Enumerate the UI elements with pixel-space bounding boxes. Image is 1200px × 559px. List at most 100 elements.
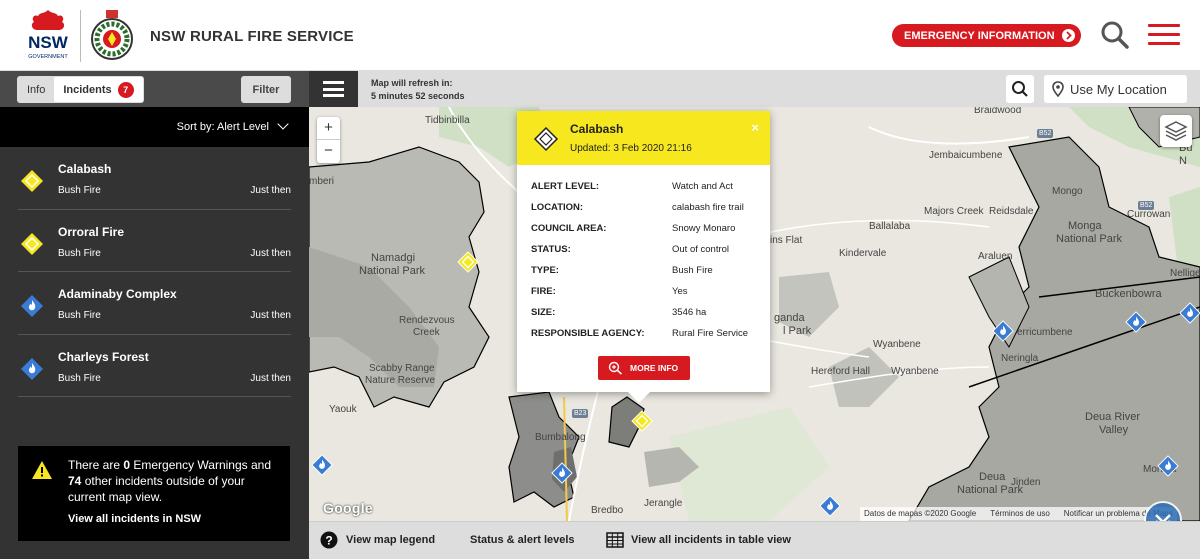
road-shield: B52 bbox=[1037, 129, 1054, 138]
detail-value: Out of control bbox=[672, 244, 730, 255]
place-label: Namadgi bbox=[371, 252, 416, 264]
incident-item-calabash[interactable]: Calabash Bush Fire Just then bbox=[18, 147, 291, 210]
incident-name: Calabash bbox=[58, 162, 112, 176]
place-label: Yaouk bbox=[329, 404, 357, 415]
view-map-legend-link[interactable]: View map legend bbox=[346, 534, 435, 546]
watch-and-act-diamond-icon bbox=[533, 126, 559, 152]
layers-button[interactable] bbox=[1160, 115, 1192, 147]
incident-time: Just then bbox=[250, 372, 291, 384]
google-logo: Google bbox=[323, 500, 374, 516]
gov-text: GOVERNMENT bbox=[28, 54, 68, 60]
outside-view-warning: There are 0 Emergency Warnings and 74 ot… bbox=[18, 446, 290, 541]
location-pin-icon bbox=[1052, 81, 1064, 97]
search-icon[interactable] bbox=[1100, 20, 1130, 50]
blue-fire-diamond-icon[interactable] bbox=[819, 495, 841, 517]
place-label: Bredbo bbox=[591, 505, 624, 516]
more-info-label: MORE INFO bbox=[630, 363, 679, 373]
road-shield: B23 bbox=[572, 409, 589, 418]
incident-name: Adaminaby Complex bbox=[58, 287, 177, 301]
place-label: Nature Reserve bbox=[365, 375, 436, 386]
place-label: Jembaicumbene bbox=[929, 150, 1003, 161]
zoom-out-button[interactable]: − bbox=[317, 140, 340, 163]
blue-fire-diamond-icon[interactable] bbox=[1179, 302, 1200, 324]
popup-incident-name: Calabash bbox=[570, 122, 624, 136]
nsw-text: NSW bbox=[28, 33, 69, 52]
use-my-location-button[interactable]: Use My Location bbox=[1044, 75, 1187, 103]
terms-link[interactable]: Términos de uso bbox=[990, 509, 1050, 519]
tab-incidents[interactable]: Incidents 7 bbox=[54, 77, 143, 102]
tab-info-label: Info bbox=[27, 83, 46, 96]
place-label: National Park bbox=[1056, 233, 1123, 245]
blue-fire-diamond-icon[interactable] bbox=[1157, 455, 1179, 477]
tab-info[interactable]: Info bbox=[18, 77, 54, 102]
refresh-countdown: 5 minutes 52 seconds bbox=[371, 91, 465, 101]
incident-type: Bush Fire bbox=[58, 310, 101, 321]
place-label: Rendezvous bbox=[399, 315, 455, 326]
rfs-crest-logo bbox=[91, 10, 133, 60]
place-label: Majors Creek bbox=[924, 206, 984, 217]
status-alert-levels-link[interactable]: Status & alert levels bbox=[470, 534, 575, 546]
blue-fire-diamond-icon[interactable] bbox=[992, 320, 1014, 342]
yellow-diamond-icon bbox=[21, 170, 43, 192]
sort-dropdown[interactable]: Sort by: Alert Level bbox=[177, 121, 287, 133]
detail-key: ALERT LEVEL: bbox=[531, 181, 600, 192]
warning-text: There are 0 Emergency Warnings and 74 ot… bbox=[68, 457, 273, 505]
help-circle-icon: ? bbox=[320, 531, 338, 549]
emergency-information-label: EMERGENCY INFORMATION bbox=[904, 29, 1055, 42]
brand-title: NSW RURAL FIRE SERVICE bbox=[150, 28, 354, 45]
hamburger-menu-icon[interactable] bbox=[1148, 24, 1180, 46]
place-label: Nellige bbox=[1170, 268, 1200, 279]
blue-fire-diamond-icon bbox=[21, 357, 43, 380]
emergency-information-button[interactable]: EMERGENCY INFORMATION bbox=[892, 24, 1081, 47]
incident-name: Charleys Forest bbox=[58, 349, 149, 364]
blue-fire-diamond-icon[interactable] bbox=[311, 454, 333, 476]
logo-divider bbox=[80, 10, 81, 62]
chevron-down-icon bbox=[1155, 514, 1171, 521]
place-label: Hereford Hall bbox=[811, 366, 870, 377]
incident-item-orroral-fire[interactable]: Orroral Fire Bush Fire Just then bbox=[18, 210, 291, 272]
table-icon bbox=[606, 532, 624, 548]
incident-type: Bush Fire bbox=[58, 247, 101, 259]
blue-fire-diamond-icon bbox=[21, 295, 43, 317]
map-search-button[interactable] bbox=[1006, 75, 1034, 103]
place-label: Bumbalong bbox=[535, 432, 586, 443]
more-info-button[interactable]: MORE INFO bbox=[598, 356, 690, 380]
map-attribution: Datos de mapas ©2020 Google Términos de … bbox=[860, 507, 1177, 521]
place-label: Monga bbox=[1068, 220, 1102, 232]
detail-row: COUNCIL AREA: Snowy Monaro bbox=[531, 223, 761, 244]
search-icon bbox=[1012, 81, 1028, 97]
svg-text:?: ? bbox=[325, 534, 332, 548]
place-label: Neringla bbox=[1001, 353, 1039, 364]
incident-item-charleys-forest[interactable]: Charleys Forest Bush Fire Just then bbox=[18, 335, 291, 397]
sidebar-toggle-icon[interactable] bbox=[309, 71, 358, 107]
zoom-in-button[interactable]: + bbox=[317, 117, 340, 140]
scroll-down-button[interactable] bbox=[1144, 501, 1182, 521]
detail-value: Snowy Monaro bbox=[672, 223, 736, 234]
detail-row: ALERT LEVEL: Watch and Act bbox=[531, 181, 761, 202]
road-shield: B52 bbox=[1138, 201, 1155, 210]
yellow-diamond-icon[interactable] bbox=[631, 410, 653, 432]
table-view-link[interactable]: View all incidents in table view bbox=[631, 534, 791, 546]
blue-fire-diamond-icon[interactable] bbox=[551, 462, 573, 484]
incident-item-adaminaby-complex[interactable]: Adaminaby Complex Bush Fire Just then bbox=[18, 272, 291, 335]
use-my-location-label: Use My Location bbox=[1070, 81, 1167, 97]
filter-button[interactable]: Filter bbox=[241, 76, 291, 103]
place-label: N bbox=[1179, 155, 1187, 167]
blue-fire-diamond-icon[interactable] bbox=[1125, 311, 1147, 333]
detail-key: FIRE: bbox=[531, 286, 556, 297]
detail-key: LOCATION: bbox=[531, 202, 584, 213]
incident-time: Just then bbox=[250, 185, 291, 196]
place-label: Valley bbox=[1099, 424, 1129, 436]
popup-pointer bbox=[628, 392, 650, 403]
place-label: Reidsdale bbox=[989, 206, 1034, 217]
place-label: erricumbene bbox=[1017, 327, 1073, 338]
place-label: Jinden bbox=[1011, 477, 1041, 488]
detail-value: Watch and Act bbox=[672, 181, 733, 192]
view-all-incidents-link[interactable]: View all incidents in NSW bbox=[68, 513, 201, 525]
nsw-government-logo: NSW GOVERNMENT bbox=[28, 10, 69, 60]
incident-time: Just then bbox=[250, 310, 291, 321]
warning-text-part: There are bbox=[68, 458, 124, 472]
incident-time: Just then bbox=[250, 247, 291, 259]
yellow-diamond-icon[interactable] bbox=[457, 251, 479, 273]
close-icon[interactable]: × bbox=[751, 120, 759, 135]
